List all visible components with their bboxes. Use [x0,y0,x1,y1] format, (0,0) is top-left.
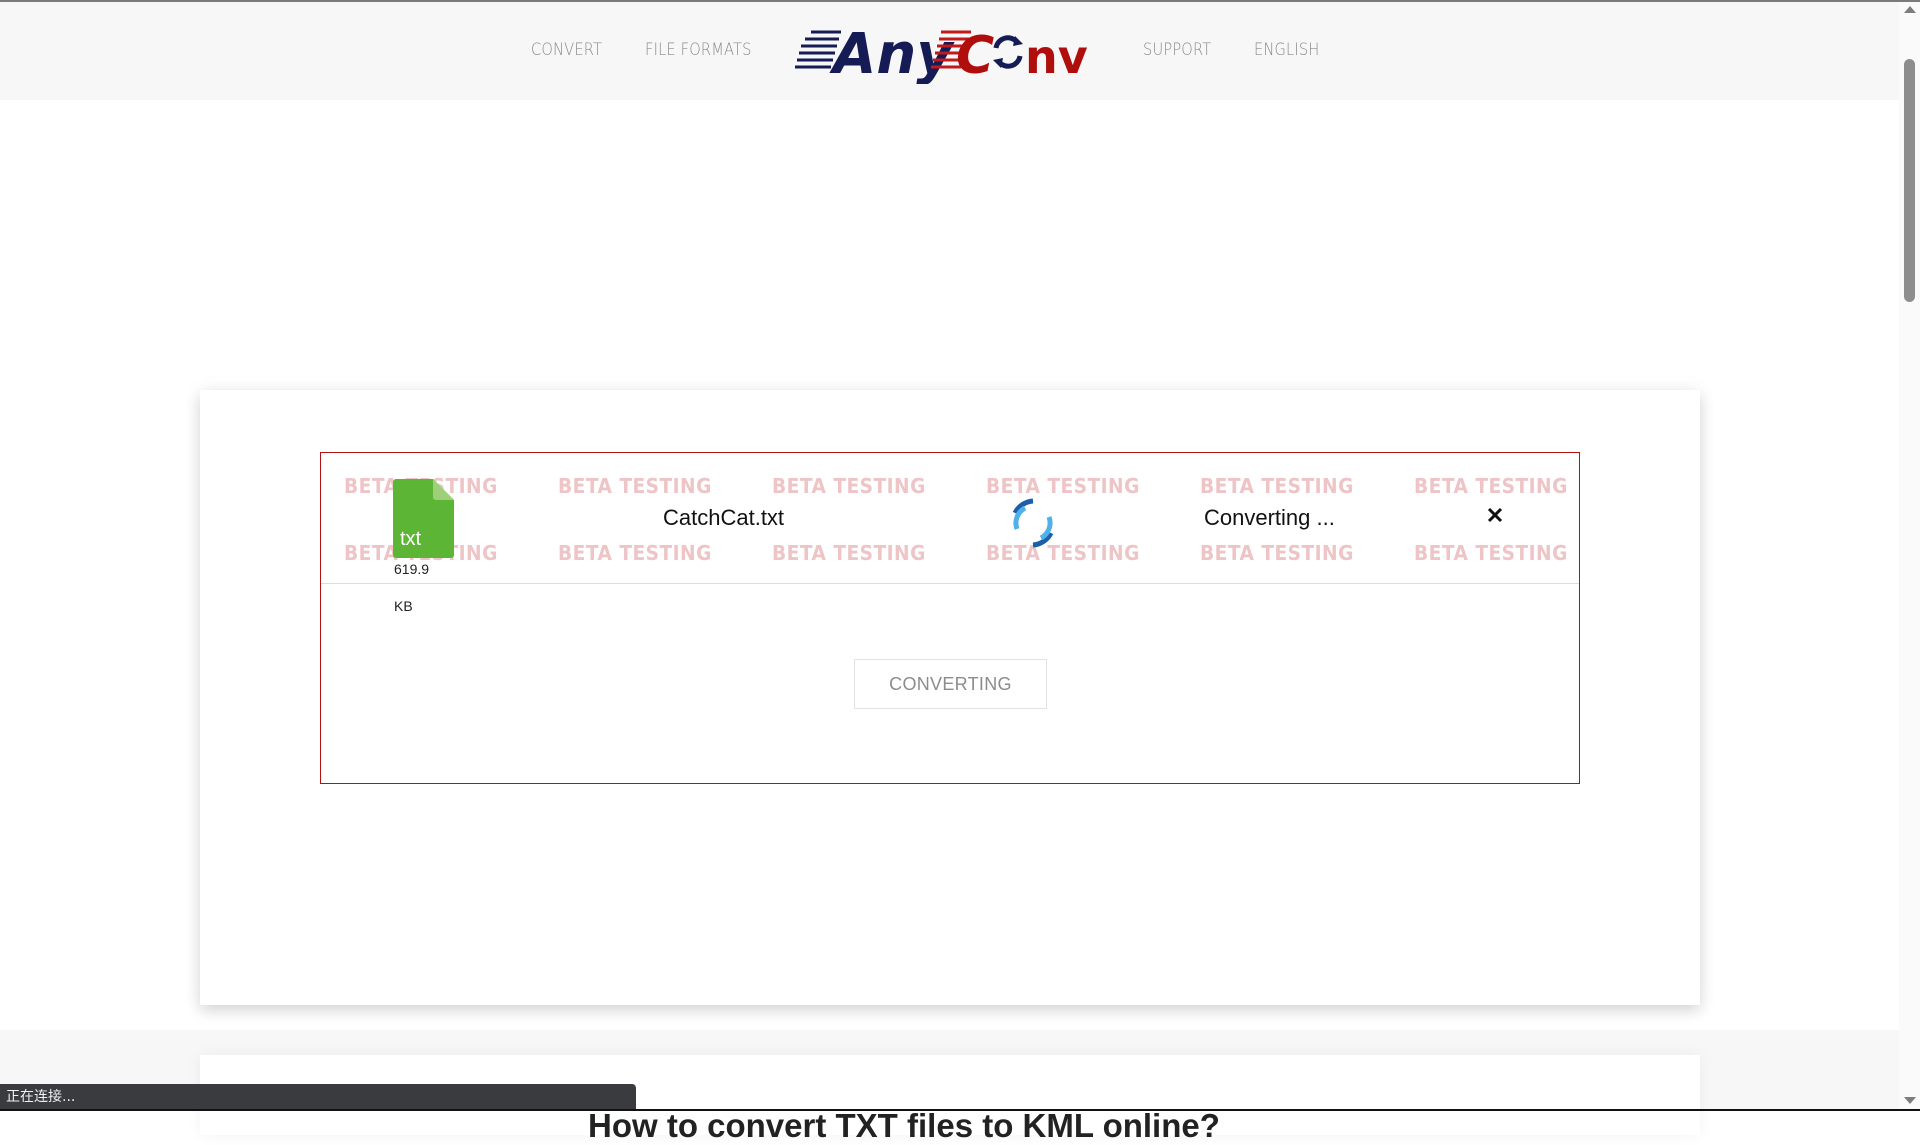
nav-english[interactable]: ENGLISH [1254,40,1319,60]
beta-watermark: BETA TESTING [1200,541,1354,565]
scroll-up-arrow-icon[interactable] [1904,6,1916,13]
logo-text-nv: nv [1025,30,1088,84]
upload-area: BETA TESTING BETA TESTING BETA TESTING B… [320,452,1580,784]
nav-convert[interactable]: CONVERT [531,40,602,60]
file-icon: txt [393,479,454,558]
logo-text-c: C [956,26,994,84]
file-size-unit: KB [394,598,413,614]
loading-spinner-icon [1012,498,1054,548]
beta-watermark: BETA TESTING [1414,541,1568,565]
beta-watermark: BETA TESTING [1414,474,1568,498]
scrollbar-thumb[interactable] [1904,59,1915,302]
file-size-value: 619.9 [394,561,430,577]
how-to-heading: How to convert TXT files to KML online? [588,1107,1220,1145]
scroll-down-arrow-icon[interactable] [1904,1097,1916,1104]
close-icon[interactable] [1483,503,1507,527]
nav-file-formats[interactable]: FILE FORMATS [645,40,752,60]
converting-button[interactable]: CONVERTING [854,659,1047,709]
window-top-border [0,0,1920,2]
browser-status-bar: 正在连接... [0,1084,636,1111]
beta-watermark: BETA TESTING [772,474,926,498]
beta-watermark: BETA TESTING [558,541,712,565]
conversion-status: Converting ... [1204,505,1335,530]
nav-support[interactable]: SUPPORT [1143,40,1211,60]
beta-watermark: BETA TESTING [558,474,712,498]
beta-watermark: BETA TESTING [1200,474,1354,498]
file-row: BETA TESTING BETA TESTING BETA TESTING B… [321,453,1579,584]
file-name: CatchCat.txt [663,505,785,530]
file-extension-label: txt [400,528,422,550]
beta-watermark: BETA TESTING [772,541,926,565]
anyconv-logo[interactable]: Any C nv [793,18,1098,84]
refresh-arrows-icon [993,35,1023,69]
